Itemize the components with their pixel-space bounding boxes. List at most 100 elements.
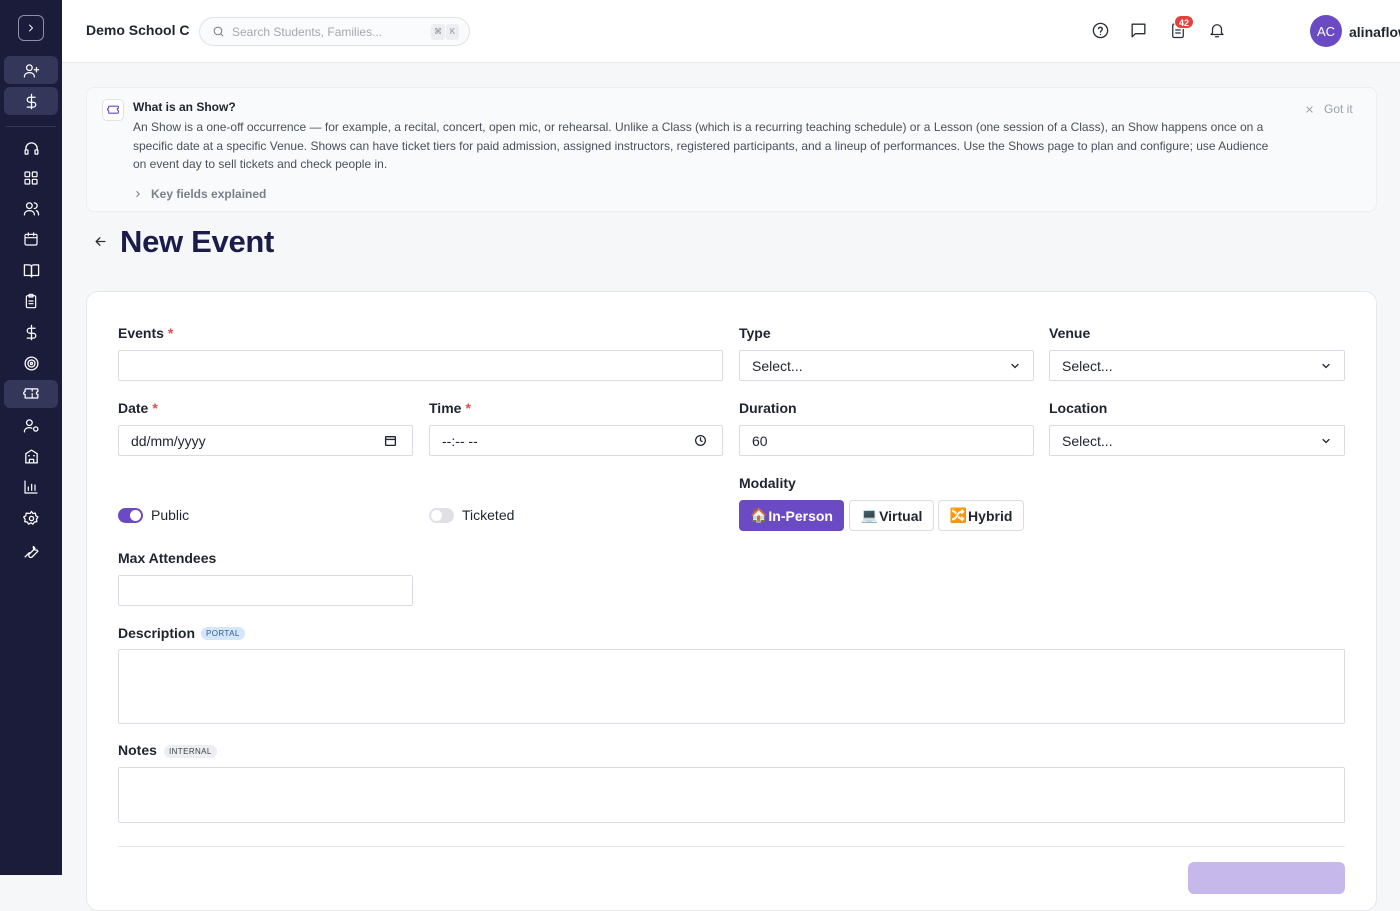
internal-tag: INTERNAL bbox=[164, 745, 217, 758]
required-mark: * bbox=[152, 400, 158, 416]
dollar-icon bbox=[26, 93, 36, 109]
duration-label: Duration bbox=[739, 400, 797, 416]
toggle-knob bbox=[130, 510, 141, 521]
venue-select[interactable]: Select... bbox=[1049, 350, 1345, 381]
info-banner-body: An Show is a one-off occurrence — for ex… bbox=[133, 120, 1269, 171]
clock-icon[interactable] bbox=[694, 434, 707, 447]
sidebar-item-reports[interactable] bbox=[4, 473, 58, 501]
shortcut-key-cmd: ⌘ bbox=[431, 24, 445, 40]
book-icon bbox=[23, 263, 39, 278]
modality-hybrid-button[interactable]: 🔀 Hybrid bbox=[938, 500, 1024, 531]
house-icon: 🏠 bbox=[749, 507, 768, 523]
events-label: Events * bbox=[118, 325, 174, 341]
form-divider bbox=[118, 846, 1345, 847]
date-input-placeholder: dd/mm/yyyy bbox=[131, 432, 206, 449]
school-name[interactable]: Demo School C bbox=[86, 22, 189, 38]
save-button[interactable] bbox=[1188, 862, 1345, 894]
sidebar-item-settings[interactable] bbox=[4, 504, 58, 532]
close-icon bbox=[1306, 105, 1313, 113]
wrench-icon bbox=[23, 545, 39, 558]
chevron-down-icon bbox=[1322, 363, 1330, 369]
sidebar bbox=[0, 0, 62, 875]
dashboard-icon bbox=[24, 171, 38, 185]
required-mark: * bbox=[465, 400, 471, 416]
sidebar-item-tools[interactable] bbox=[4, 536, 58, 564]
calendar-icon bbox=[24, 232, 38, 246]
ticket-icon bbox=[22, 387, 39, 399]
ticketed-toggle[interactable] bbox=[429, 508, 454, 523]
sidebar-divider bbox=[6, 126, 56, 127]
messages-button[interactable] bbox=[1129, 21, 1149, 41]
avatar[interactable]: AC bbox=[1310, 15, 1342, 47]
type-label: Type bbox=[739, 325, 771, 341]
type-select[interactable]: Select... bbox=[739, 350, 1034, 381]
message-icon bbox=[1131, 23, 1146, 38]
help-button[interactable] bbox=[1091, 21, 1111, 41]
time-input[interactable]: --:-- -- bbox=[429, 425, 723, 456]
sidebar-toggle-button[interactable] bbox=[18, 15, 44, 41]
events-input[interactable] bbox=[118, 350, 723, 381]
sidebar-item-calendar[interactable] bbox=[4, 225, 58, 253]
modality-virtual-button[interactable]: 💻 Virtual bbox=[849, 500, 934, 531]
location-label: Location bbox=[1049, 400, 1108, 416]
user-plus-icon bbox=[23, 63, 39, 78]
modality-in-person-button[interactable]: 🏠 In-Person bbox=[739, 500, 844, 531]
back-arrow-icon[interactable] bbox=[93, 234, 108, 249]
search-icon bbox=[213, 26, 224, 37]
sidebar-item-facilities[interactable] bbox=[4, 442, 58, 470]
sidebar-item-support[interactable] bbox=[4, 134, 58, 162]
sidebar-item-shows[interactable] bbox=[4, 380, 58, 408]
chevron-right-icon bbox=[136, 190, 140, 198]
max-attendees-label: Max Attendees bbox=[118, 550, 217, 566]
key-fields-toggle[interactable]: Key fields explained bbox=[133, 187, 266, 201]
chevron-down-icon bbox=[1011, 363, 1019, 369]
sidebar-item-goals[interactable] bbox=[4, 349, 58, 377]
chevron-down-icon bbox=[1322, 438, 1330, 444]
sidebar-item-students[interactable] bbox=[4, 194, 58, 222]
headset-icon bbox=[23, 141, 39, 155]
public-toggle[interactable] bbox=[118, 508, 143, 523]
max-attendees-input[interactable] bbox=[118, 575, 413, 606]
bell-icon bbox=[1210, 24, 1224, 38]
notification-count-badge: 42 bbox=[1174, 15, 1195, 29]
shortcut-key-k: K bbox=[446, 24, 459, 40]
sidebar-item-add-student[interactable] bbox=[4, 56, 58, 84]
date-label: Date * bbox=[118, 400, 158, 416]
description-label: Description bbox=[118, 625, 196, 641]
username[interactable]: alinaflow bbox=[1349, 24, 1400, 40]
user-cog-icon bbox=[23, 418, 39, 433]
time-input-placeholder: --:-- -- bbox=[442, 432, 478, 449]
laptop-icon: 💻 bbox=[860, 507, 879, 523]
description-textarea[interactable] bbox=[118, 649, 1345, 724]
page-title: New Event bbox=[120, 224, 275, 259]
location-select[interactable]: Select... bbox=[1049, 425, 1345, 456]
info-banner: What is an Show? An Show is a one-off oc… bbox=[86, 87, 1377, 212]
gear-icon bbox=[22, 510, 39, 525]
modality-label: Modality bbox=[739, 475, 796, 491]
type-select-value: Select... bbox=[752, 357, 803, 374]
calendar-icon[interactable] bbox=[384, 434, 397, 447]
sidebar-item-dashboard[interactable] bbox=[4, 164, 58, 192]
notifications-button[interactable] bbox=[1208, 21, 1228, 41]
ticket-icon bbox=[102, 99, 124, 121]
sidebar-item-billing[interactable] bbox=[4, 318, 58, 346]
public-label: Public bbox=[151, 507, 190, 523]
search-box[interactable]: ⌘ K bbox=[199, 17, 470, 46]
sidebar-item-staff[interactable] bbox=[4, 411, 58, 439]
topbar: Demo School C ⌘ K AC alinaflow bbox=[62, 0, 1400, 63]
key-fields-label: Key fields explained bbox=[151, 187, 267, 201]
notes-textarea[interactable] bbox=[118, 767, 1345, 823]
search-input[interactable] bbox=[232, 23, 422, 41]
time-label: Time * bbox=[429, 400, 471, 416]
target-icon bbox=[23, 355, 39, 371]
date-input[interactable]: dd/mm/yyyy bbox=[118, 425, 413, 456]
shuffle-icon: 🔀 bbox=[949, 507, 968, 523]
ticketed-label: Ticketed bbox=[462, 507, 515, 523]
sidebar-item-quick-payment[interactable] bbox=[4, 87, 58, 115]
sidebar-item-attendance[interactable] bbox=[4, 287, 58, 315]
duration-input[interactable] bbox=[739, 425, 1034, 456]
sidebar-item-classes[interactable] bbox=[4, 256, 58, 284]
dollar-icon bbox=[26, 324, 36, 340]
required-mark: * bbox=[167, 325, 174, 341]
dismiss-button[interactable]: Got it bbox=[1305, 102, 1353, 116]
